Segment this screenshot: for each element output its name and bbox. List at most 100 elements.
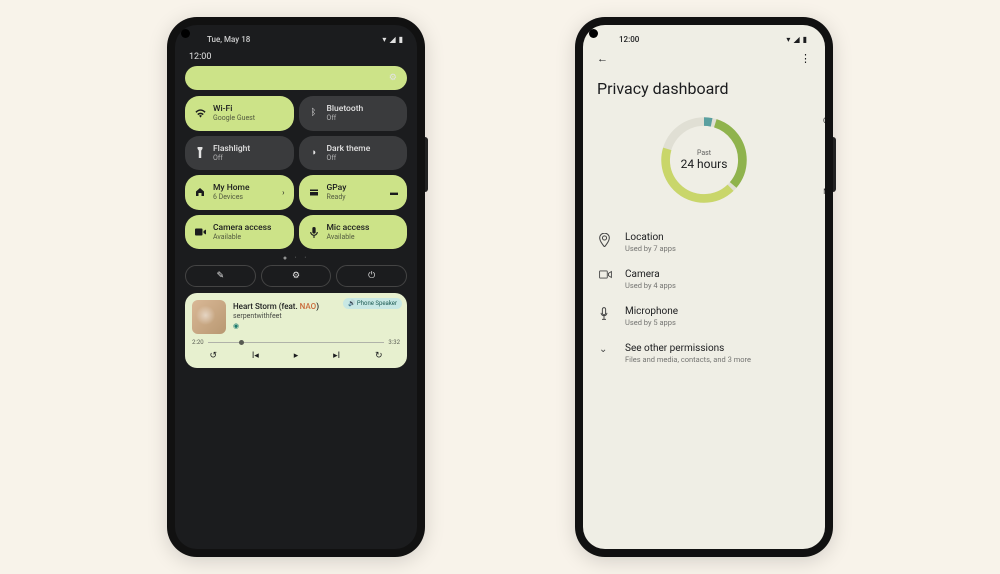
app-bar: ← ⋮ <box>597 48 811 73</box>
tile-gpay[interactable]: GPayReady ▬ <box>299 175 408 210</box>
media-output-chip[interactable]: 🔊 Phone Speaker <box>343 298 402 309</box>
perm-microphone[interactable]: MicrophoneUsed by 5 apps <box>597 298 811 335</box>
tile-title: Flashlight <box>213 144 250 154</box>
media-controls: ↺ I◂ ▸ ▸I ↻ <box>192 351 400 361</box>
home-icon <box>194 187 206 197</box>
edit-button[interactable]: ✎ <box>185 265 256 287</box>
chevron-right-icon: › <box>282 188 284 197</box>
videocam-icon <box>599 269 613 279</box>
album-art <box>192 300 226 334</box>
screen-light: 12:00 ▾ ◢ ▮ ← ⋮ Privacy dashboard Locati… <box>583 25 825 549</box>
perm-see-other[interactable]: ⌄ See other permissionsFiles and media, … <box>597 335 811 372</box>
card-icon: ▬ <box>390 188 398 197</box>
gear-icon[interactable]: ⚙ <box>389 73 397 83</box>
power-button[interactable]: ⏻ <box>336 265 407 287</box>
qs-tile-grid: Wi-FiGoogle Guest ᛒ BluetoothOff Flashli… <box>185 96 407 249</box>
qs-time: 12:00 <box>189 52 407 62</box>
perm-title: See other permissions <box>625 343 751 354</box>
donut-label-camera: Camera <box>823 116 825 125</box>
battery-icon: ▮ <box>803 35 807 44</box>
tile-title: Camera access <box>213 223 271 233</box>
status-icons: ▾ ◢ ▮ <box>786 35 807 44</box>
page-title: Privacy dashboard <box>597 79 811 98</box>
perm-title: Microphone <box>625 306 678 317</box>
prev-button[interactable]: I◂ <box>252 351 259 361</box>
tile-title: My Home <box>213 183 250 193</box>
screen-dark: Tue, May 18 ▾ ◢ ▮ 12:00 ⚙ Wi-FiGoogle Gu… <box>175 25 417 549</box>
media-artist: serpentwithfeet <box>233 312 400 320</box>
punch-hole-camera <box>589 29 598 38</box>
signal-icon: ◢ <box>793 35 799 44</box>
time-elapsed: 2:20 <box>192 339 204 346</box>
battery-icon: ▮ <box>399 35 403 44</box>
forward-button[interactable]: ↻ <box>375 351 383 361</box>
perm-title: Camera <box>625 269 676 280</box>
donut-label-microphone: Microphone <box>823 187 825 196</box>
perm-sub: Files and media, contacts, and 3 more <box>625 355 751 364</box>
perm-title: Location <box>625 232 676 243</box>
perm-location[interactable]: LocationUsed by 7 apps <box>597 224 811 261</box>
tile-sub: Google Guest <box>213 114 255 122</box>
phone-quick-settings: Tue, May 18 ▾ ◢ ▮ 12:00 ⚙ Wi-FiGoogle Gu… <box>167 17 425 557</box>
tile-title: Wi-Fi <box>213 104 255 114</box>
phone-privacy-dashboard: 12:00 ▾ ◢ ▮ ← ⋮ Privacy dashboard Locati… <box>575 17 833 557</box>
perm-camera[interactable]: CameraUsed by 4 apps <box>597 261 811 298</box>
media-eq-icon: ◉ <box>233 322 400 330</box>
status-icons: ▾ ◢ ▮ <box>382 35 403 44</box>
tile-camera-access[interactable]: Camera accessAvailable <box>185 215 294 250</box>
perm-sub: Used by 5 apps <box>625 318 678 327</box>
qs-footer: ✎ ⚙ ⏻ <box>185 265 407 287</box>
signal-icon: ◢ <box>389 35 395 44</box>
tile-sub: Available <box>327 233 370 241</box>
tile-sub: 6 Devices <box>213 193 250 201</box>
tile-home[interactable]: My Home6 Devices › <box>185 175 294 210</box>
tile-title: Mic access <box>327 223 370 233</box>
dark-icon: ◑ <box>308 147 320 158</box>
tile-sub: Ready <box>327 193 347 201</box>
play-button[interactable]: ▸ <box>294 351 299 361</box>
wallet-icon <box>308 188 320 197</box>
pin-icon <box>599 232 613 247</box>
perm-sub: Used by 7 apps <box>625 244 676 253</box>
tile-flashlight[interactable]: FlashlightOff <box>185 136 294 171</box>
tile-dark-theme[interactable]: ◑ Dark themeOff <box>299 136 408 171</box>
mic-icon <box>308 227 320 238</box>
expand-icon: ⌄ <box>599 343 613 355</box>
videocam-icon <box>194 228 206 236</box>
tile-bluetooth[interactable]: ᛒ BluetoothOff <box>299 96 408 131</box>
time-total: 3:32 <box>388 339 400 346</box>
tile-sub: Available <box>213 233 271 241</box>
tile-title: Dark theme <box>327 144 371 154</box>
back-button[interactable]: ← <box>597 52 608 65</box>
tile-sub: Off <box>213 154 250 162</box>
donut-center-value: 24 hours <box>681 157 728 171</box>
overflow-menu-button[interactable]: ⋮ <box>800 52 811 65</box>
tile-title: Bluetooth <box>327 104 364 114</box>
next-button[interactable]: ▸I <box>333 351 340 361</box>
flashlight-icon <box>194 147 206 158</box>
brightness-slider[interactable]: ⚙ <box>185 66 407 90</box>
status-date: Tue, May 18 <box>207 35 250 44</box>
wifi-icon: ▾ <box>786 35 790 44</box>
usage-donut-wrap: Location Camera Microphone Past 24 hours <box>597 112 811 208</box>
tile-sub: Off <box>327 154 371 162</box>
media-card[interactable]: 🔊 Phone Speaker Heart Storm (feat. NAO) … <box>185 293 407 368</box>
status-time: 12:00 <box>619 35 639 44</box>
wifi-icon: ▾ <box>382 35 386 44</box>
tile-sub: Off <box>327 114 364 122</box>
tile-wifi[interactable]: Wi-FiGoogle Guest <box>185 96 294 131</box>
usage-donut: Past 24 hours <box>656 112 752 208</box>
tile-title: GPay <box>327 183 347 193</box>
page-indicator: ● · · <box>185 254 407 262</box>
media-progress[interactable]: 2:20 3:32 <box>192 339 400 346</box>
rewind-button[interactable]: ↺ <box>209 351 217 361</box>
bluetooth-icon: ᛒ <box>308 108 320 118</box>
status-bar: Tue, May 18 ▾ ◢ ▮ <box>185 33 407 48</box>
tile-mic-access[interactable]: Mic accessAvailable <box>299 215 408 250</box>
punch-hole-camera <box>181 29 190 38</box>
mic-icon <box>599 306 613 320</box>
perm-sub: Used by 4 apps <box>625 281 676 290</box>
wifi-icon <box>194 109 206 118</box>
donut-center-label: Past <box>697 149 711 157</box>
settings-button[interactable]: ⚙ <box>261 265 332 287</box>
